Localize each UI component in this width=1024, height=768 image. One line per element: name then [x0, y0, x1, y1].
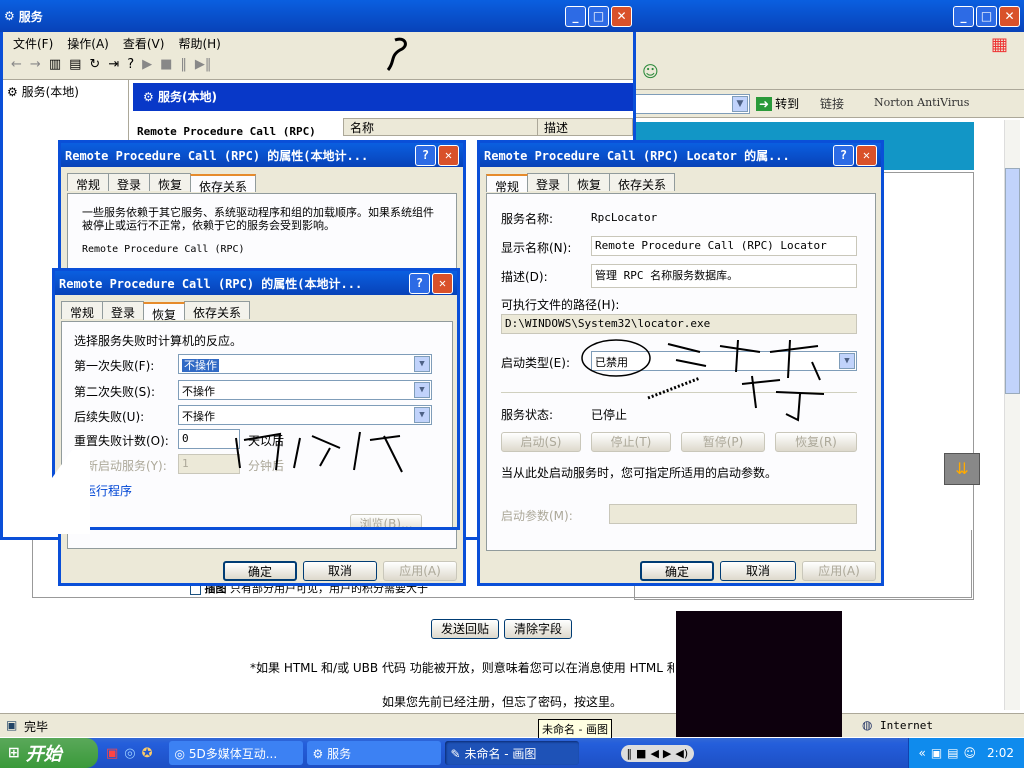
next-icon[interactable]: ▶ [663, 747, 671, 760]
ie-icon: ◎ [174, 747, 186, 761]
quick-launch-ie-icon[interactable]: ◎ [124, 746, 135, 761]
task-button-browser[interactable]: ◎ 5D多媒体互动... [168, 741, 303, 765]
handwriting-scribbles [235, 37, 825, 473]
taskbar: ⊞ 开始 ▣ ◎ ✪ ◎ 5D多媒体互动... ⚙ 服务 ✎ 未命名 - 画图 … [0, 738, 1024, 768]
quick-launch-app-icon[interactable]: ▣ [106, 746, 118, 761]
media-controls: ‖ ■ ◀ ▶ ◀) [620, 744, 695, 762]
stop-icon[interactable]: ■ [636, 747, 646, 760]
services-gear-icon: ⚙ [312, 747, 324, 761]
task-button-services[interactable]: ⚙ 服务 [306, 741, 441, 765]
clock: 2:02 [987, 746, 1014, 760]
system-tray: « ▣ ▤ ☺ 2:02 [907, 738, 1024, 768]
start-button[interactable]: ⊞ 开始 [0, 738, 98, 768]
quick-launch-media-icon[interactable]: ✪ [142, 746, 153, 761]
quick-launch: ▣ ◎ ✪ [98, 746, 161, 761]
task-button-paint[interactable]: ✎ 未命名 - 画图 [444, 741, 579, 765]
windows-logo-icon: ⊞ [8, 745, 20, 761]
paint-icon: ✎ [450, 747, 461, 761]
tray-network-icon[interactable]: ▤ [947, 746, 958, 760]
taskbar-tooltip: 未命名 - 画图 [538, 719, 612, 739]
pause-icon[interactable]: ‖ [627, 747, 633, 760]
prev-icon[interactable]: ◀ [650, 747, 658, 760]
volume-icon[interactable]: ◀) [675, 747, 688, 760]
tray-security-icon[interactable]: ▣ [931, 746, 942, 760]
tray-chevron-icon[interactable]: « [919, 746, 926, 760]
tray-messenger-icon[interactable]: ☺ [964, 746, 977, 760]
